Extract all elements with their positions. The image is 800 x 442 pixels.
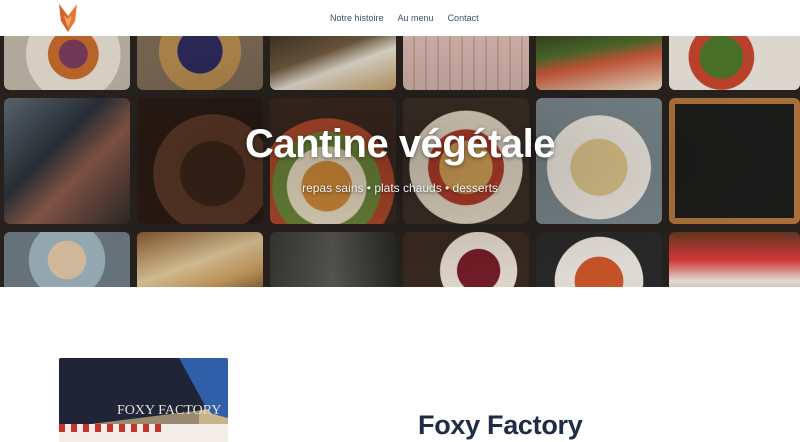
hero-subtitle: repas sains • plats chauds • desserts [302,181,498,195]
fox-logo-icon[interactable] [58,3,78,33]
hero-title: Cantine végétale [245,122,555,166]
nav-link-contact[interactable]: Contact [448,11,479,25]
nav-link-au-menu[interactable]: Au menu [398,11,434,25]
section-title: Foxy Factory [418,410,583,440]
storefront-sign-text: FOXY FACTORY [117,403,221,418]
site-header: Notre histoire Au menu Contact [0,0,800,36]
nav-link-notre-histoire[interactable]: Notre histoire [330,11,384,25]
storefront-photo: FOXY FACTORY [59,358,228,442]
storefront-image: FOXY FACTORY [59,358,228,442]
hero-banner: Cantine végétale repas sains • plats cha… [0,36,800,287]
main-nav: Notre histoire Au menu Contact [330,11,479,25]
